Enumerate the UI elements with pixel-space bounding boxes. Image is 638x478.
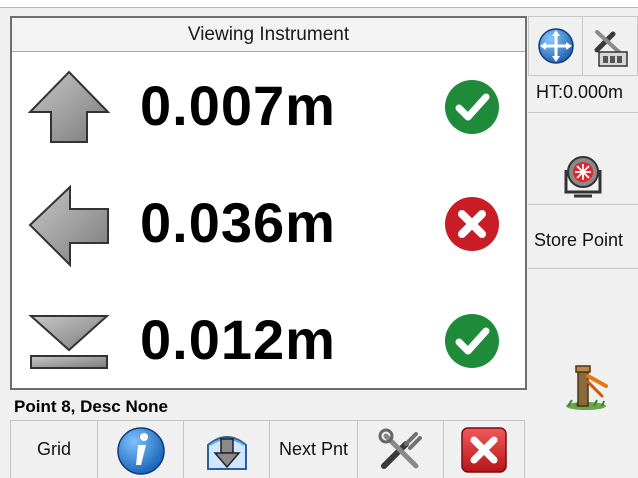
close-button[interactable]: [444, 420, 525, 478]
next-point-button[interactable]: Next Pnt: [270, 420, 358, 478]
prism-target-icon[interactable]: [560, 152, 606, 200]
offset-row-elevation: 0.012m: [12, 290, 525, 390]
tools-icon: [378, 428, 422, 469]
instrument-tools-icon: [594, 30, 628, 67]
panel-title: Viewing Instrument: [12, 18, 525, 52]
store-button[interactable]: [184, 420, 270, 478]
point-description: Point 8, Desc None: [14, 397, 168, 416]
store-down-arrow-icon: [206, 435, 247, 470]
cut-fill-icon: [28, 315, 110, 369]
error-x-icon: [445, 197, 499, 251]
navigation-button[interactable]: [528, 16, 583, 76]
check-icon: [445, 314, 499, 368]
divider: [528, 268, 638, 269]
divider: [528, 204, 638, 205]
height-readout: HT:0.000m: [536, 82, 624, 102]
info-icon: [116, 426, 165, 475]
info-button[interactable]: [98, 420, 184, 478]
bottom-toolbar: Grid Next Pnt: [10, 420, 525, 478]
grid-button[interactable]: Grid: [10, 420, 98, 478]
divider: [528, 112, 638, 113]
offset-value-east: 0.036m: [140, 191, 336, 254]
close-icon: [461, 426, 507, 473]
left-arrow-icon: [28, 184, 109, 268]
offset-row-east: 0.036m: [12, 173, 525, 273]
up-arrow-icon: [28, 70, 110, 143]
stake-out-icon[interactable]: [562, 356, 610, 412]
instrument-settings-button[interactable]: [583, 16, 638, 76]
offset-value-north: 0.007m: [140, 74, 336, 137]
compass-globe-icon: [537, 28, 574, 64]
offset-value-elevation: 0.012m: [140, 308, 336, 371]
top-edge: [0, 0, 638, 8]
offset-row-north: 0.007m: [12, 56, 525, 156]
store-point-button[interactable]: Store Point: [534, 230, 623, 251]
tools-button[interactable]: [358, 420, 444, 478]
right-sidebar: HT:0.000m Store Point: [528, 16, 638, 478]
sidebar-top-buttons: [528, 16, 638, 76]
viewing-panel: Viewing Instrument 0.007m 0.036m 0.012m: [10, 16, 527, 390]
check-icon: [445, 80, 499, 134]
